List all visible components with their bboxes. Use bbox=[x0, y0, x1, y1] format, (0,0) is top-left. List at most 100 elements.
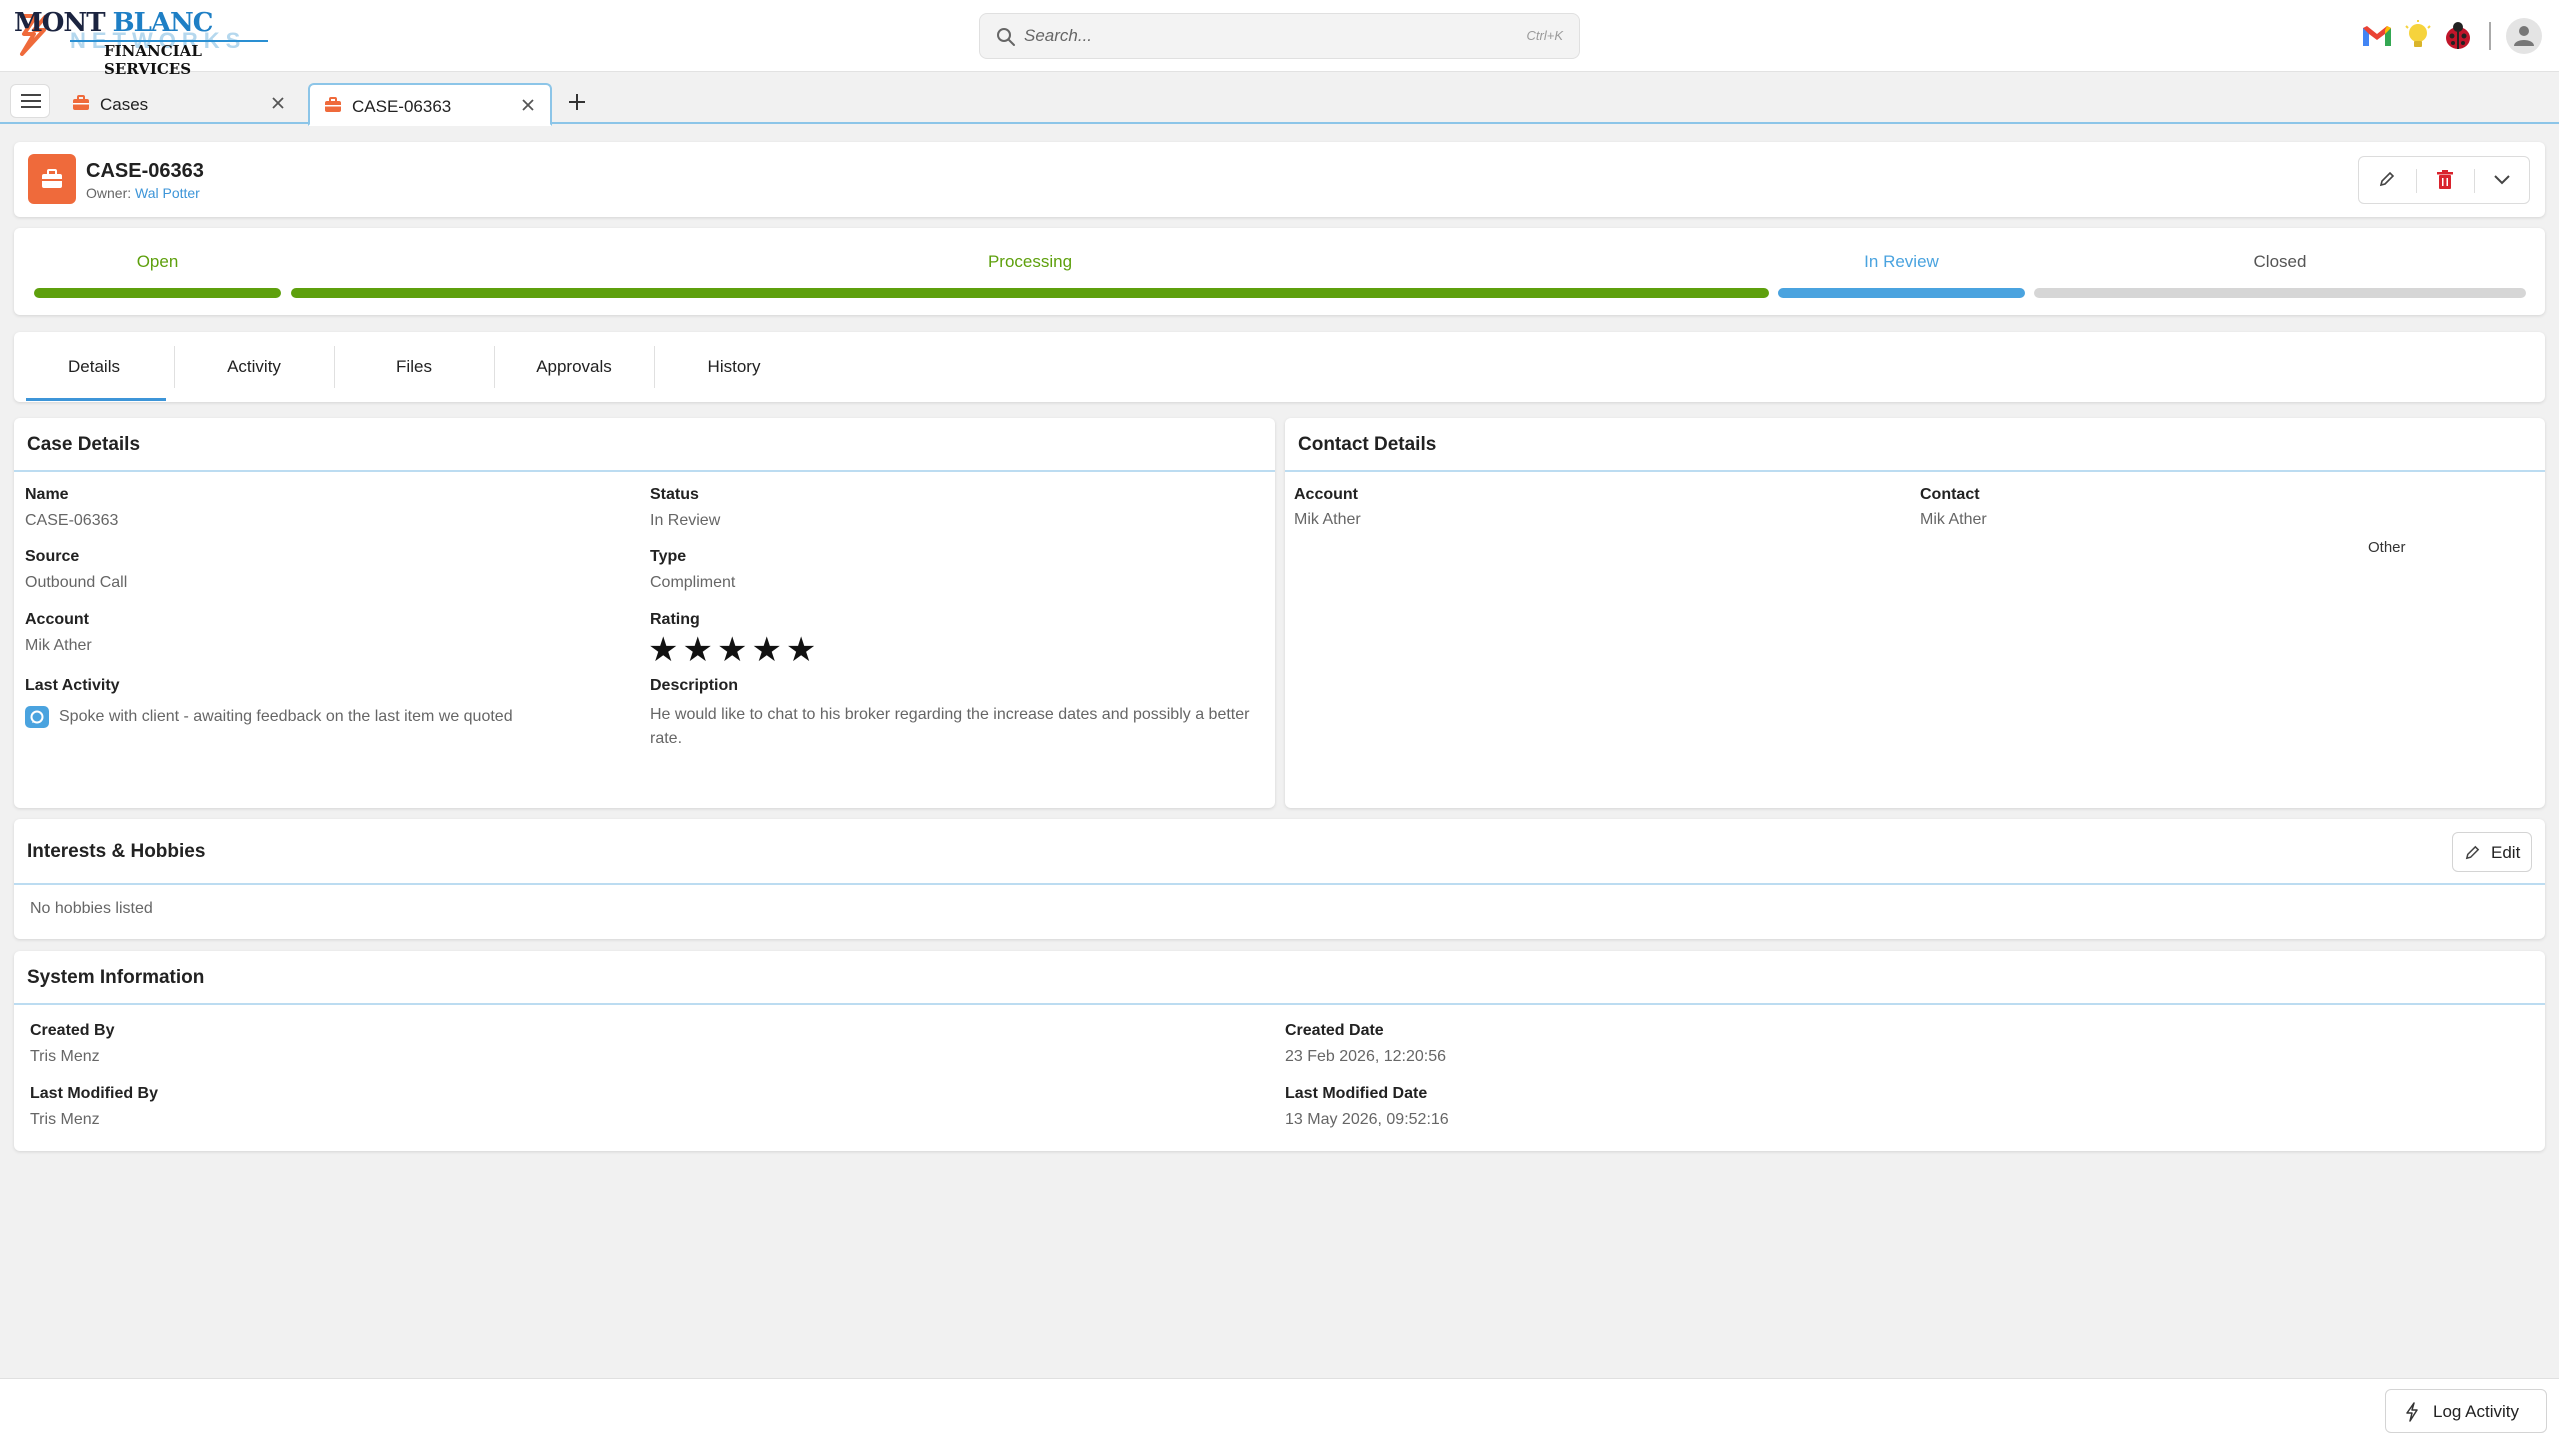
case-details-panel: Case Details Name CASE-06363 Source Outb… bbox=[14, 418, 1275, 808]
rating-stars[interactable]: ★★★★★ bbox=[648, 630, 820, 670]
tab-case-06363[interactable]: CASE-06363 bbox=[308, 83, 552, 126]
hobbies-empty-text: No hobbies listed bbox=[30, 900, 153, 917]
owner-link[interactable]: Wal Potter bbox=[135, 185, 200, 201]
system-information-panel: System Information Created By Tris Menz … bbox=[14, 951, 2545, 1151]
active-tab-indicator bbox=[26, 398, 166, 401]
record-type-badge bbox=[28, 154, 76, 204]
top-bar: NETWORKS MONT BLANC FINANCIAL SERVICES C… bbox=[0, 0, 2559, 78]
lightbulb-icon[interactable] bbox=[2400, 18, 2436, 54]
briefcase-icon bbox=[325, 97, 341, 112]
chat-bubble-icon bbox=[25, 706, 49, 728]
account-link[interactable]: Mik Ather bbox=[25, 637, 92, 655]
owner-label: Owner: bbox=[86, 185, 132, 201]
tab-history[interactable]: History bbox=[654, 332, 814, 402]
source-value: Outbound Call bbox=[25, 574, 128, 591]
last-activity-value: Spoke with client - awaiting feedback on… bbox=[59, 708, 513, 725]
logo-wordmark: MONT BLANC bbox=[14, 8, 213, 38]
workspace-tab-strip: Cases CASE-06363 bbox=[0, 78, 2559, 126]
tab-label: CASE-06363 bbox=[352, 97, 452, 116]
user-avatar[interactable] bbox=[2506, 18, 2542, 54]
record-subtabs: Details Activity Files Approvals History bbox=[14, 332, 2545, 402]
add-tab-icon[interactable] bbox=[565, 90, 589, 114]
pencil-icon bbox=[2379, 171, 2395, 187]
menu-button[interactable] bbox=[10, 84, 50, 118]
tab-details[interactable]: Details bbox=[14, 332, 174, 402]
panel-header: Case Details bbox=[14, 418, 1275, 472]
delete-record-button[interactable] bbox=[2417, 157, 2474, 203]
contact-label: Contact bbox=[1920, 486, 1980, 503]
tab-approvals[interactable]: Approvals bbox=[494, 332, 654, 402]
logo-subtitle: FINANCIAL SERVICES bbox=[104, 42, 202, 78]
bottom-bar: Log Activity bbox=[0, 1378, 2559, 1440]
last-modified-by-link[interactable]: Tris Menz bbox=[30, 1111, 100, 1129]
panel-title: Case Details bbox=[27, 434, 141, 455]
tab-cases[interactable]: Cases bbox=[58, 83, 298, 124]
pencil-icon bbox=[2465, 845, 2480, 860]
panel-title: System Information bbox=[27, 967, 205, 988]
stage-processing[interactable]: Processing bbox=[291, 252, 1769, 272]
stage-bar-processing bbox=[291, 288, 1769, 298]
type-label: Type bbox=[650, 548, 687, 565]
type-value: Compliment bbox=[650, 574, 736, 591]
record-header: CASE-06363 Owner: Wal Potter bbox=[14, 142, 2545, 217]
created-by-label: Created By bbox=[30, 1022, 115, 1039]
last-modified-date-label: Last Modified Date bbox=[1285, 1085, 1428, 1102]
status-value: In Review bbox=[650, 512, 721, 529]
other-text: Other bbox=[2368, 539, 2406, 556]
record-actions bbox=[2358, 156, 2530, 204]
panel-title: Interests & Hobbies bbox=[27, 841, 206, 862]
briefcase-icon bbox=[42, 169, 62, 188]
panel-header: Interests & Hobbies Edit bbox=[14, 819, 2545, 885]
more-actions-button[interactable] bbox=[2474, 157, 2531, 203]
logo-word-2: BLANC bbox=[112, 8, 214, 38]
edit-record-button[interactable] bbox=[2359, 157, 2416, 203]
search-shortcut-hint: Ctrl+K bbox=[1526, 28, 1563, 43]
hamburger-icon bbox=[21, 94, 41, 108]
source-label: Source bbox=[25, 548, 80, 565]
account-label: Account bbox=[25, 611, 89, 628]
contact-details-panel: Contact Details Account Mik Ather Contac… bbox=[1285, 418, 2545, 808]
log-activity-label: Log Activity bbox=[2433, 1402, 2519, 1421]
stage-bar-open bbox=[34, 288, 281, 298]
global-search[interactable]: Ctrl+K bbox=[979, 13, 1580, 59]
stage-closed[interactable]: Closed bbox=[2034, 252, 2526, 272]
stage-open[interactable]: Open bbox=[34, 252, 281, 272]
stage-in-review[interactable]: In Review bbox=[1778, 252, 2025, 272]
created-date-value: 23 Feb 2026, 12:20:56 bbox=[1285, 1048, 1447, 1065]
trash-icon bbox=[2437, 170, 2453, 189]
name-label: Name bbox=[25, 486, 69, 503]
search-icon bbox=[997, 28, 1015, 46]
gmail-icon[interactable] bbox=[2359, 18, 2395, 54]
interests-hobbies-panel: Interests & Hobbies Edit No hobbies list… bbox=[14, 819, 2545, 939]
contact-link[interactable]: Mik Ather bbox=[1920, 511, 1987, 529]
edit-label: Edit bbox=[2491, 843, 2521, 862]
logo-word-1: MONT bbox=[14, 8, 106, 38]
tab-files[interactable]: Files bbox=[334, 332, 494, 402]
brand-logo[interactable]: NETWORKS MONT BLANC FINANCIAL SERVICES bbox=[14, 8, 268, 78]
close-icon[interactable] bbox=[268, 93, 288, 113]
edit-hobbies-button[interactable]: Edit bbox=[2452, 832, 2532, 872]
tab-label: Cases bbox=[100, 95, 149, 114]
ladybug-icon[interactable] bbox=[2440, 18, 2476, 54]
contact-account-label: Account bbox=[1294, 486, 1358, 503]
last-activity-label: Last Activity bbox=[25, 677, 120, 694]
log-activity-button[interactable]: Log Activity bbox=[2385, 1389, 2547, 1433]
description-value: He would like to chat to his broker rega… bbox=[650, 706, 1250, 747]
chevron-down-icon bbox=[2494, 175, 2510, 185]
status-path: Open Processing In Review Closed bbox=[14, 228, 2545, 315]
close-icon[interactable] bbox=[518, 95, 538, 115]
stage-bar-in-review bbox=[1778, 288, 2025, 298]
tab-activity[interactable]: Activity bbox=[174, 332, 334, 402]
contact-account-link[interactable]: Mik Ather bbox=[1294, 511, 1361, 529]
description-label: Description bbox=[650, 677, 739, 694]
last-modified-by-label: Last Modified By bbox=[30, 1085, 159, 1102]
panel-title: Contact Details bbox=[1298, 434, 1437, 455]
record-owner: Owner: Wal Potter bbox=[86, 185, 200, 201]
created-by-link[interactable]: Tris Menz bbox=[30, 1048, 100, 1066]
name-value: CASE-06363 bbox=[25, 512, 119, 529]
rating-label: Rating bbox=[650, 611, 700, 628]
stage-bar-closed bbox=[2034, 288, 2526, 298]
search-input[interactable] bbox=[1024, 22, 1464, 50]
created-date-label: Created Date bbox=[1285, 1022, 1384, 1039]
last-modified-date-value: 13 May 2026, 09:52:16 bbox=[1285, 1111, 1449, 1128]
